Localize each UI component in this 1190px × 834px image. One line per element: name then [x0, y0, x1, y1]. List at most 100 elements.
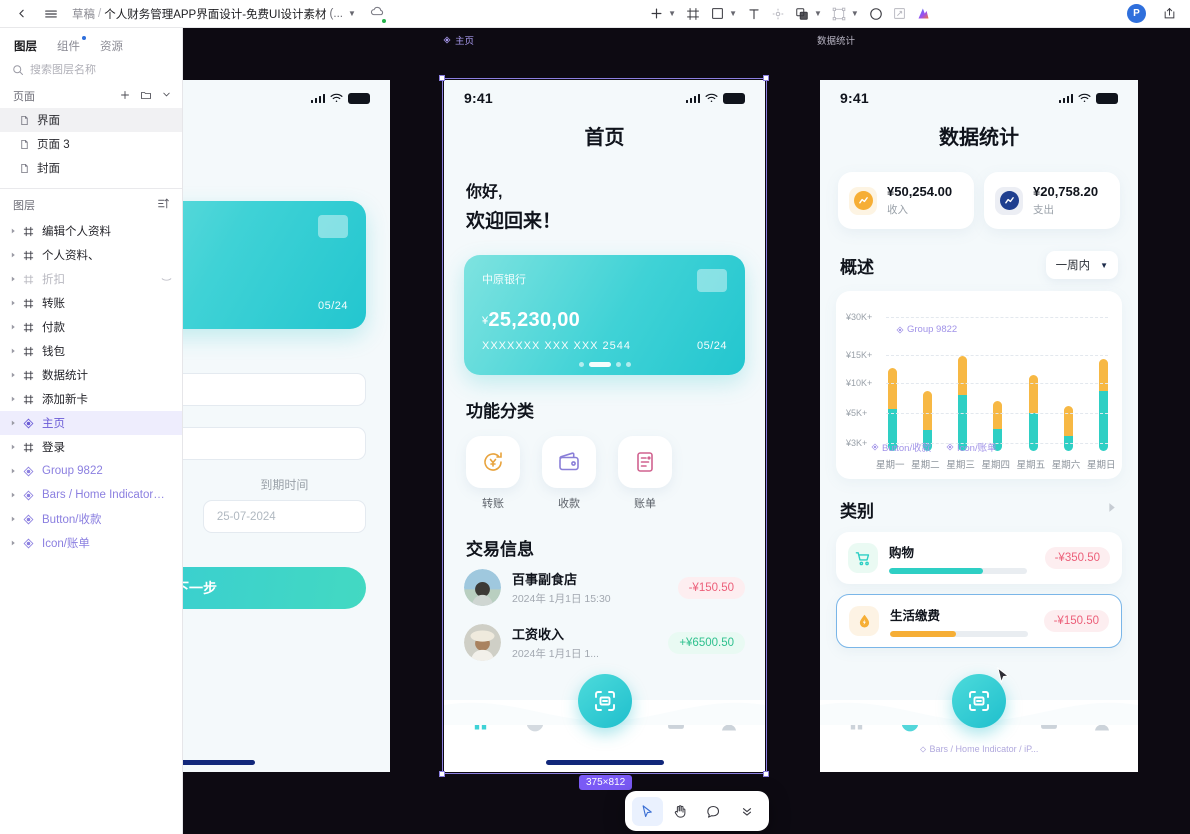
- layer-row[interactable]: Group 9822: [0, 459, 182, 483]
- card-number-field[interactable]: XXX 2544: [183, 373, 366, 406]
- rectangle-icon[interactable]: [706, 3, 728, 25]
- tab-layers[interactable]: 图层: [14, 38, 37, 54]
- frame-label-stats[interactable]: 数据统计: [817, 33, 855, 47]
- frame-label-home[interactable]: 主页: [443, 33, 474, 47]
- ellipse-icon[interactable]: [865, 3, 887, 25]
- add-page-icon[interactable]: [119, 89, 131, 104]
- resize-handle-bl[interactable]: [439, 771, 445, 777]
- chevron-right-icon[interactable]: [8, 444, 17, 450]
- chevron-right-icon[interactable]: [8, 516, 17, 522]
- page-item-0[interactable]: 界面: [0, 108, 182, 132]
- resize-handle-br[interactable]: [763, 771, 769, 777]
- layer-row[interactable]: 主页: [0, 411, 182, 435]
- frame-icon[interactable]: [682, 3, 704, 25]
- page-item-1[interactable]: 页面 3: [0, 132, 182, 156]
- overview-chart[interactable]: ¥30K+ ¥15K+ ¥10K+ ¥5K+ ¥3K+ 星期一 星期二 星期三 星期四 星期五星…: [836, 291, 1122, 479]
- vector-node-icon[interactable]: [828, 3, 850, 25]
- layer-row[interactable]: 添加新卡: [0, 387, 182, 411]
- transaction-row[interactable]: 工资收入 2024年 1月1日 1... +¥6500.50: [444, 615, 765, 670]
- category-next-icon[interactable]: [1105, 501, 1118, 519]
- collapse-pages-icon[interactable]: [161, 89, 172, 103]
- summary-card-income[interactable]: ¥50,254.00 收入: [838, 172, 974, 229]
- phone-frame-addcard[interactable]: 9:41 添加新的银行卡 00 XXX 2544 05/24 XXX 2544: [183, 80, 390, 772]
- chevron-down-icon[interactable]: ▼: [348, 9, 356, 18]
- avatar[interactable]: P: [1127, 4, 1146, 23]
- breadcrumb-filename[interactable]: 个人财务管理APP界面设计-免费UI设计素材: [104, 6, 326, 22]
- resize-handle-tr[interactable]: [763, 75, 769, 81]
- carousel-dot-active[interactable]: [588, 362, 611, 367]
- design-canvas[interactable]: 添加新卡 主页 数据统计 9:41 添加新的银行卡 00 XXX 2544: [183, 28, 1190, 834]
- chevron-down-icon[interactable]: ▼: [729, 9, 737, 18]
- layer-row[interactable]: 编辑个人资料: [0, 219, 182, 243]
- tab-resources[interactable]: 资源: [100, 38, 123, 54]
- layer-row[interactable]: 付款: [0, 315, 182, 339]
- search-bar[interactable]: [0, 62, 182, 84]
- text-tool-icon[interactable]: [743, 3, 765, 25]
- breadcrumb[interactable]: 草稿 / 个人财务管理APP界面设计-免费UI设计素材 (... ▼: [72, 6, 356, 22]
- layer-row[interactable]: Bars / Home Indicator / iPhon...: [0, 483, 182, 507]
- layer-row[interactable]: 数据统计: [0, 363, 182, 387]
- function-item-receive[interactable]: 收款: [542, 436, 596, 511]
- chevron-right-icon[interactable]: [8, 396, 17, 402]
- chevron-right-icon[interactable]: [8, 348, 17, 354]
- next-step-button[interactable]: 下一步: [183, 567, 366, 609]
- ai-icon[interactable]: [913, 3, 935, 25]
- category-row-shopping[interactable]: 购物 -¥350.50: [836, 532, 1122, 584]
- chevron-right-icon[interactable]: [8, 468, 17, 474]
- resize-handle-tl[interactable]: [439, 75, 445, 81]
- boolean-icon[interactable]: [791, 3, 813, 25]
- scan-fab-button[interactable]: [577, 674, 632, 728]
- move-tool-icon[interactable]: [767, 3, 789, 25]
- tool-vector-group[interactable]: ▼: [828, 3, 863, 25]
- layer-row[interactable]: 钱包: [0, 339, 182, 363]
- hamburger-menu-icon[interactable]: [38, 3, 64, 25]
- layers-list[interactable]: 编辑个人资料 个人资料、 折扣 转账 付款 钱包 数据统计 添加新卡 主页 登录 Group 982…: [0, 219, 182, 834]
- layer-row[interactable]: 折扣: [0, 267, 182, 291]
- tab-components[interactable]: 组件: [57, 36, 86, 54]
- layer-row[interactable]: 个人资料、: [0, 243, 182, 267]
- expiry-field[interactable]: 25-07-2024: [202, 500, 366, 533]
- chevron-right-icon[interactable]: [8, 276, 17, 282]
- chevron-right-icon[interactable]: [8, 492, 17, 498]
- function-item-transfer[interactable]: 转账: [466, 436, 520, 511]
- function-item-bill[interactable]: 账单: [618, 436, 672, 511]
- back-button[interactable]: [8, 3, 34, 25]
- more-tools-button[interactable]: [731, 797, 762, 826]
- new-folder-icon[interactable]: [140, 89, 152, 104]
- carousel-dot[interactable]: [578, 362, 584, 367]
- chevron-right-icon[interactable]: [8, 324, 17, 330]
- breadcrumb-draft[interactable]: 草稿: [72, 6, 95, 22]
- phone-frame-home[interactable]: 9:41 首页 你好, 欢迎回来！ 中原银行 ¥25,230,00 XXXXXX…: [444, 80, 765, 772]
- tool-add-group[interactable]: ▼: [645, 3, 680, 25]
- layer-row[interactable]: Icon/账单: [0, 531, 182, 555]
- chevron-right-icon[interactable]: [8, 420, 17, 426]
- transaction-row[interactable]: 百事副食店 2024年 1月1日 15:30 -¥150.50: [444, 560, 765, 615]
- add-icon[interactable]: [645, 3, 667, 25]
- layer-sort-icon[interactable]: [157, 197, 170, 213]
- chevron-right-icon[interactable]: [8, 300, 17, 306]
- range-selector[interactable]: 一周内 ▼: [1045, 251, 1118, 279]
- comment-tool-button[interactable]: [698, 797, 729, 826]
- page-item-2[interactable]: 封面: [0, 156, 182, 180]
- category-row-utilities[interactable]: 生活缴费 -¥150.50: [836, 594, 1122, 648]
- tool-shape-group[interactable]: ▼: [706, 3, 741, 25]
- carousel-dot[interactable]: [625, 362, 631, 367]
- card-carousel-dots[interactable]: [464, 362, 745, 367]
- card-name-field[interactable]: [183, 427, 366, 460]
- hand-tool-button[interactable]: [665, 797, 696, 826]
- cursor-tool-button[interactable]: [632, 796, 663, 826]
- chevron-right-icon[interactable]: [8, 540, 17, 546]
- hidden-eye-icon[interactable]: [161, 274, 172, 284]
- chevron-right-icon[interactable]: [8, 252, 17, 258]
- share-icon[interactable]: [1156, 3, 1182, 25]
- summary-card-expense[interactable]: ¥20,758.20 支出: [984, 172, 1120, 229]
- search-input[interactable]: [30, 64, 170, 76]
- chevron-down-icon[interactable]: ▼: [851, 9, 859, 18]
- layer-row[interactable]: 登录: [0, 435, 182, 459]
- scan-fab-button[interactable]: [952, 674, 1006, 728]
- phone-frame-stats[interactable]: 9:41 数据统计 ¥50,254.00 收入 ¥20,758.20 支出 概述…: [820, 80, 1138, 772]
- chevron-right-icon[interactable]: [8, 228, 17, 234]
- bank-card[interactable]: 中原银行 ¥25,230,00 XXXXXXX XXX XXX 2544 05/…: [464, 255, 745, 375]
- layer-row[interactable]: Button/收款: [0, 507, 182, 531]
- carousel-dot[interactable]: [615, 362, 621, 367]
